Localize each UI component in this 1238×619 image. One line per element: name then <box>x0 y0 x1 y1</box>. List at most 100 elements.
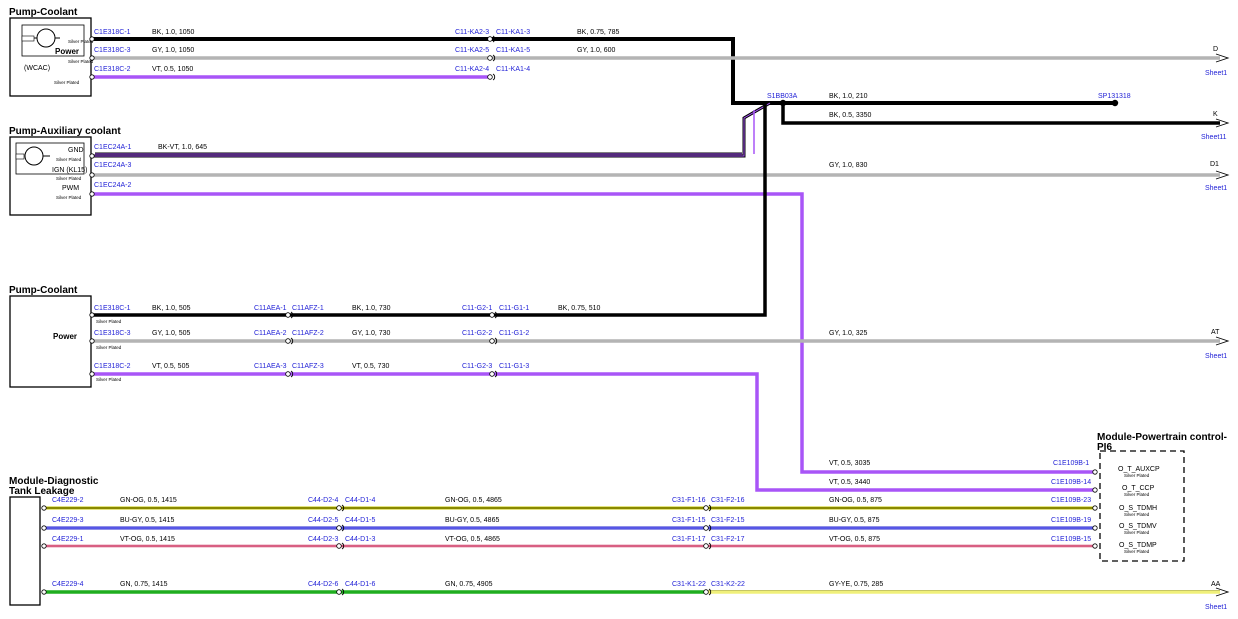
splice-label: SP131318 <box>1098 93 1131 100</box>
connector-pin-label: C11AEA-1 <box>254 305 287 312</box>
wire-spec-label: BU-GY, 0.5, 875 <box>829 517 880 524</box>
pin-terminal <box>1092 525 1098 531</box>
connector-pin-label: C11-G1-1 <box>499 305 529 312</box>
connector-pin-label: C11-KA2-3 <box>455 29 489 36</box>
connector-pin-label: C1E318C-1 <box>94 29 131 36</box>
splice-sp131318[interactable] <box>1111 99 1119 107</box>
plating-label: Silver Plated <box>56 176 82 181</box>
plating-label: Silver Plated <box>1124 492 1150 497</box>
connector-pin-label: C1E109B-19 <box>1051 517 1091 524</box>
wire-spec-label: VT, 0.5, 1050 <box>152 66 193 73</box>
connector-pin-label: C11-KA1-4 <box>496 66 530 73</box>
wire-spec-label: GN-OG, 0.5, 875 <box>829 497 882 504</box>
splice-s1bb03a[interactable] <box>779 99 787 107</box>
connector-pin-label: C11-KA1-3 <box>496 29 530 36</box>
wire-bk-505[interactable] <box>92 103 767 317</box>
connector-pin-label: C44-D1-4 <box>345 497 375 504</box>
wire-vt-3035[interactable] <box>92 192 1093 474</box>
connector-pin-label: C11AFZ-3 <box>292 363 324 370</box>
connector-pin-label: C44-D2-6 <box>308 581 338 588</box>
connector-pin-label: C1EC24A-2 <box>94 182 131 189</box>
wire-spec-label: GY, 1.0, 1050 <box>152 47 194 54</box>
connector-pin-label: C4E229-4 <box>52 581 84 588</box>
wire-spec-label: VT, 0.5, 3440 <box>829 479 870 486</box>
connector-pin-label: C1E109B-23 <box>1051 497 1091 504</box>
pin-terminal <box>89 55 95 61</box>
connector-pin-label: C11-KA2-5 <box>455 47 489 54</box>
wire-spec-label: GY, 1.0, 730 <box>352 330 391 337</box>
wire-layer <box>44 37 1220 594</box>
component-title: Pump-Auxiliary coolant <box>9 126 121 137</box>
pin-terminal <box>89 312 95 318</box>
connector-pin-label: C44-D2-5 <box>308 517 338 524</box>
wire-spec-label: GY, 1.0, 600 <box>577 47 616 54</box>
offpage-ref: K <box>1213 111 1218 118</box>
plating-label: Silver Plated <box>1124 549 1150 554</box>
plating-label: Silver Plated <box>96 377 122 382</box>
inline-connector-icon <box>487 73 496 81</box>
connector-pin-label: C44-D2-4 <box>308 497 338 504</box>
connector-pin-label: C11-G2-2 <box>462 330 492 337</box>
wire-spec-label: VT, 0.5, 505 <box>152 363 189 370</box>
connector-pin-label: C44-D1-5 <box>345 517 375 524</box>
wire-spec-label: BK, 0.5, 3350 <box>829 112 872 119</box>
offpage-ref: AT <box>1211 329 1220 336</box>
connector-pin-label: C11-G1-3 <box>499 363 529 370</box>
pin-terminal <box>89 338 95 344</box>
connector-pin-label: C11AFZ-2 <box>292 330 324 337</box>
connector-pin-label: C31-F2-17 <box>711 536 745 543</box>
connector-pin-label: C31-F1-17 <box>672 536 706 543</box>
offpage-labels[interactable]: D Sheet1 K Sheet11 D1 Sheet1 AT Sheet1 A… <box>1201 46 1227 611</box>
connector-pin-label: C11AEA-2 <box>254 330 287 337</box>
connector-pin-label: C4E229-1 <box>52 536 84 543</box>
connector-pin-label: C31-K1-22 <box>672 581 706 588</box>
wire-labels: C1E318C-1 BK, 1.0, 1050 C11-KA2-3 C11-KA… <box>52 29 1131 588</box>
connector-pin-label: C1E318C-2 <box>94 66 131 73</box>
offpage-sheet-link: Sheet1 <box>1205 353 1227 360</box>
wire-spec-label: GN, 0.75, 4905 <box>445 581 493 588</box>
pin-terminal <box>41 505 47 511</box>
pin-label: O_S_TDMP <box>1119 542 1157 549</box>
connector-pin-label: C4E229-3 <box>52 517 84 524</box>
wire-spec-label: BU-GY, 0.5, 1415 <box>120 517 174 524</box>
connector-pin-label: C11-KA2-4 <box>455 66 489 73</box>
plating-label: Silver Plated <box>1124 473 1150 478</box>
connector-pin-label: C31-F2-15 <box>711 517 745 524</box>
connector-pin-label: C31-F1-16 <box>672 497 706 504</box>
component-pump-coolant-1[interactable]: Pump-Coolant Power (WCAC) Silver Plated … <box>9 7 94 97</box>
wire-spec-label: BK, 1.0, 210 <box>829 93 868 100</box>
connector-pin-label: C1E318C-1 <box>94 305 131 312</box>
pin-terminal <box>1092 543 1098 549</box>
wire-spec-label: GN-OG, 0.5, 1415 <box>120 497 177 504</box>
wire-spec-label: GN-OG, 0.5, 4865 <box>445 497 502 504</box>
connector-pin-label: C11AFZ-1 <box>292 305 324 312</box>
pin-terminal <box>1092 487 1098 493</box>
plating-label: Silver Plated <box>96 319 122 324</box>
pin-label: Power <box>53 332 77 341</box>
connector-pin-label: C31-F1-15 <box>672 517 706 524</box>
connector-pin-label: C1EC24A-1 <box>94 144 131 151</box>
plating-label: Silver Plated <box>1124 512 1150 517</box>
connector-pin-label: C11-KA1-5 <box>496 47 530 54</box>
pin-label: Power <box>55 47 79 56</box>
wire-spec-label: GY, 1.0, 325 <box>829 330 868 337</box>
pin-terminal <box>89 172 95 178</box>
wire-spec-label: BK, 0.75, 785 <box>577 29 620 36</box>
component-title: Pump-Coolant <box>9 7 78 18</box>
connector-pin-label: C31-F2-16 <box>711 497 745 504</box>
pin-label: (WCAC) <box>24 65 50 72</box>
pin-terminal <box>89 153 95 159</box>
component-pump-auxiliary-coolant[interactable]: Pump-Auxiliary coolant GND IGN (KL15) PW… <box>9 126 121 216</box>
component-module-powertrain-control[interactable]: Module-Powertrain control- PI6 O_T_AUXCP… <box>1097 432 1227 562</box>
connector-pin-label: C11-G2-1 <box>462 305 492 312</box>
connector-pin-label: C4E229-2 <box>52 497 84 504</box>
pin-label: O_S_TDMV <box>1119 523 1157 530</box>
wire-spec-label: GY, 1.0, 505 <box>152 330 191 337</box>
plating-label: Silver Plated <box>1124 530 1150 535</box>
splice-label: S1BB03A <box>767 93 798 100</box>
connector-pin-label: C1E109B-14 <box>1051 479 1091 486</box>
component-title: Pump-Coolant <box>9 285 78 296</box>
component-title-line2: Tank Leakage <box>9 486 75 497</box>
pin-terminal <box>41 543 47 549</box>
wire-spec-label: GY-YE, 0.75, 285 <box>829 581 883 588</box>
